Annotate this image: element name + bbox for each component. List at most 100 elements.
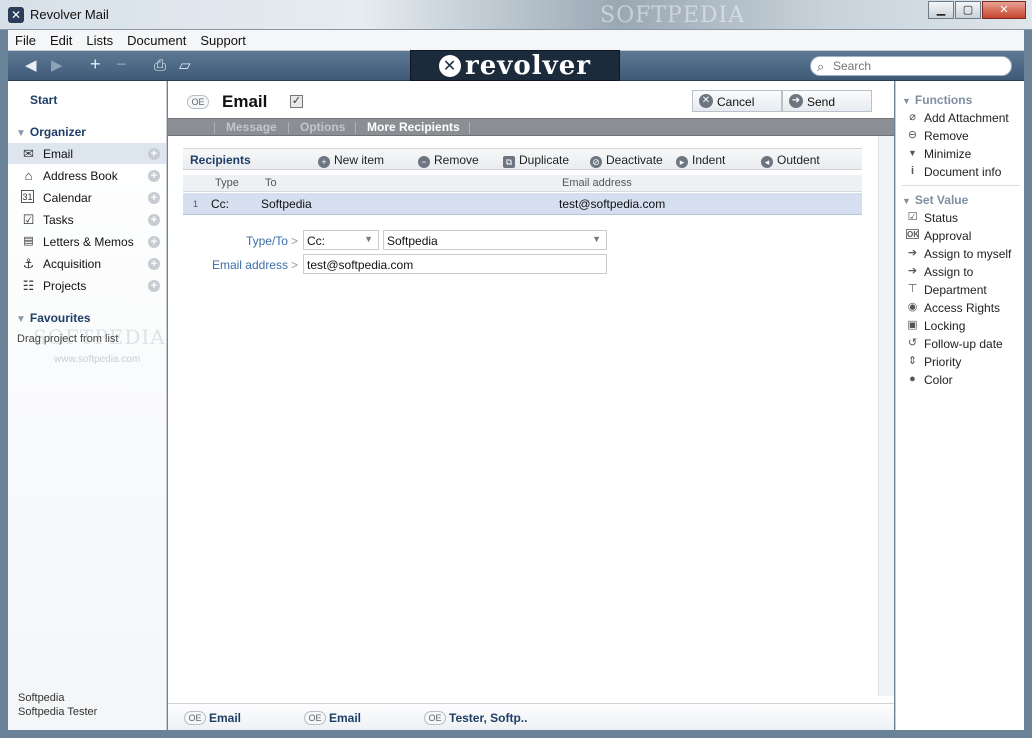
add-event-icon[interactable]: + [148,192,160,204]
add-acquisition-icon[interactable]: + [148,258,160,270]
action-label: Locking [924,319,966,333]
add-letter-icon[interactable]: + [148,236,160,248]
cancel-button[interactable]: ✕ Cancel [692,90,782,112]
color-action[interactable]: ● Color [906,372,1024,388]
minimize-window-button[interactable]: ▁ [928,1,954,19]
minimize-action[interactable]: ▼ Minimize [906,146,1024,162]
access-rights-action[interactable]: ◉ Access Rights [906,300,1024,316]
sidebar-item-email[interactable]: ✉ Email + [8,143,166,164]
maximize-window-button[interactable]: ▢ [955,1,981,19]
type-select-value: Cc: [307,234,325,248]
functions-title: Functions [914,93,973,107]
anchor-icon: ⚓ [22,256,35,271]
refresh-icon: ↺ [907,337,918,349]
action-label: Remove [924,129,969,143]
sidebar-item-tasks[interactable]: ☑ Tasks + [8,209,166,230]
search-input[interactable] [833,59,1003,73]
sidebar-item-letters-memos[interactable]: ▤ Letters & Memos + [8,231,166,252]
send-button[interactable]: ➜ Send [782,90,872,112]
tab-options[interactable]: Options [300,120,345,134]
column-header-type[interactable]: Type [215,177,239,189]
assign-to-myself-action[interactable]: ➔ Assign to myself [906,246,1024,262]
department-action[interactable]: ⊤ Department [906,282,1024,298]
remove-action[interactable]: ⊖ Remove [906,128,1024,144]
type-to-label: Type/To > [188,234,298,248]
open-doc-tab[interactable]: Tester, Softp.. [449,711,527,725]
sidebar-item-calendar[interactable]: 31 Calendar + [8,187,166,208]
search-icon: ⌕ [817,59,825,74]
document-title: Email [222,92,268,111]
oe-badge: OE [184,711,206,725]
add-icon[interactable]: + [90,55,101,73]
tab-divider [469,122,470,134]
duplicate-icon: ⧉ [503,156,515,168]
new-item-button[interactable]: + New item [318,153,384,168]
organizer-section[interactable]: ▼ Organizer [16,125,86,139]
document-status-checkbox[interactable]: ✓ [290,95,303,108]
email-address-field[interactable]: test@softpedia.com [303,254,607,274]
set-value-section[interactable]: ▼ Set Value [902,193,968,207]
to-select[interactable]: Softpedia ▼ [383,230,607,250]
document-info-action[interactable]: i Document info [906,164,1024,180]
row-number: 1 [193,199,199,209]
status-action[interactable]: ☑ Status [906,210,1024,226]
remove-button[interactable]: − Remove [418,153,479,168]
open-doc-tab[interactable]: Email [329,711,361,725]
oe-badge: OE [304,711,326,725]
back-icon[interactable]: ◀ [25,57,37,75]
type-select[interactable]: Cc: ▼ [303,230,379,250]
locking-action[interactable]: ▣ Locking [906,318,1024,334]
add-attachment-action[interactable]: ⌀ Add Attachment [906,110,1024,126]
functions-section[interactable]: ▼ Functions [902,93,972,107]
priority-action[interactable]: ⇕ Priority [906,354,1024,370]
add-contact-icon[interactable]: + [148,170,160,182]
main-toolbar: ◀ ▶ + − ⎙ ▱ ✕ revolver ⌕ [8,50,1024,81]
section-divider [902,185,1020,186]
sidebar-item-address-book[interactable]: ⌂ Address Book + [8,165,166,186]
drop-icon: ● [909,373,916,385]
title-watermark: SOFTPEDIA [600,3,746,28]
assign-to-action[interactable]: ➔ Assign to [906,264,1024,280]
add-task-icon[interactable]: + [148,214,160,226]
subtract-icon[interactable]: − [116,55,127,73]
duplicate-button[interactable]: ⧉ Duplicate [503,153,569,168]
deactivate-button[interactable]: ⊘ Deactivate [590,153,663,168]
organizer-title: Organizer [29,125,86,139]
column-header-email[interactable]: Email address [562,177,632,189]
start-link[interactable]: Start [30,93,57,107]
note-icon[interactable]: ▱ [179,57,191,75]
menu-file[interactable]: File [8,33,43,48]
tab-message[interactable]: Message [226,120,277,134]
open-doc-tab[interactable]: Email [209,711,241,725]
print-icon[interactable]: ⎙ [154,57,166,75]
follow-up-date-action[interactable]: ↺ Follow-up date [906,336,1024,352]
sidebar-item-label: Acquisition [43,257,102,271]
sidebar-item-projects[interactable]: ☷ Projects + [8,275,166,296]
forward-icon[interactable]: ▶ [51,57,63,75]
table-row[interactable]: 1 Cc: Softpedia test@softpedia.com [183,193,862,215]
menu-support[interactable]: Support [193,33,253,48]
menu-edit[interactable]: Edit [43,33,79,48]
add-email-icon[interactable]: + [148,148,160,160]
outdent-button[interactable]: ◂ Outdent [761,153,820,168]
right-sidebar: ▼ Functions ⌀ Add Attachment ⊖ Remove ▼ Mini… [895,81,1024,730]
document-tabs: Message Options More Recipients [168,118,894,136]
row-to: Softpedia [261,197,312,211]
label-arrow: > [290,234,298,248]
vertical-scrollbar[interactable] [878,136,894,696]
action-label: Color [924,373,953,387]
sidebar-watermark-url: www.softpedia.com [54,354,141,365]
sidebar-item-acquisition[interactable]: ⚓ Acquisition + [8,253,166,274]
approval-action[interactable]: OK Approval [906,228,1024,244]
favourites-section[interactable]: ▼ Favourites [16,311,91,325]
favourites-hint: Drag project from list [17,333,119,345]
favourites-title: Favourites [29,311,91,325]
indent-button[interactable]: ▸ Indent [676,153,725,168]
column-header-to[interactable]: To [265,177,277,189]
close-window-button[interactable]: ✕ [982,1,1026,19]
tab-more-recipients[interactable]: More Recipients [367,120,460,134]
menu-document[interactable]: Document [120,33,193,48]
menu-lists[interactable]: Lists [79,33,120,48]
add-project-icon[interactable]: + [148,280,160,292]
action-label: Document info [924,165,1002,179]
